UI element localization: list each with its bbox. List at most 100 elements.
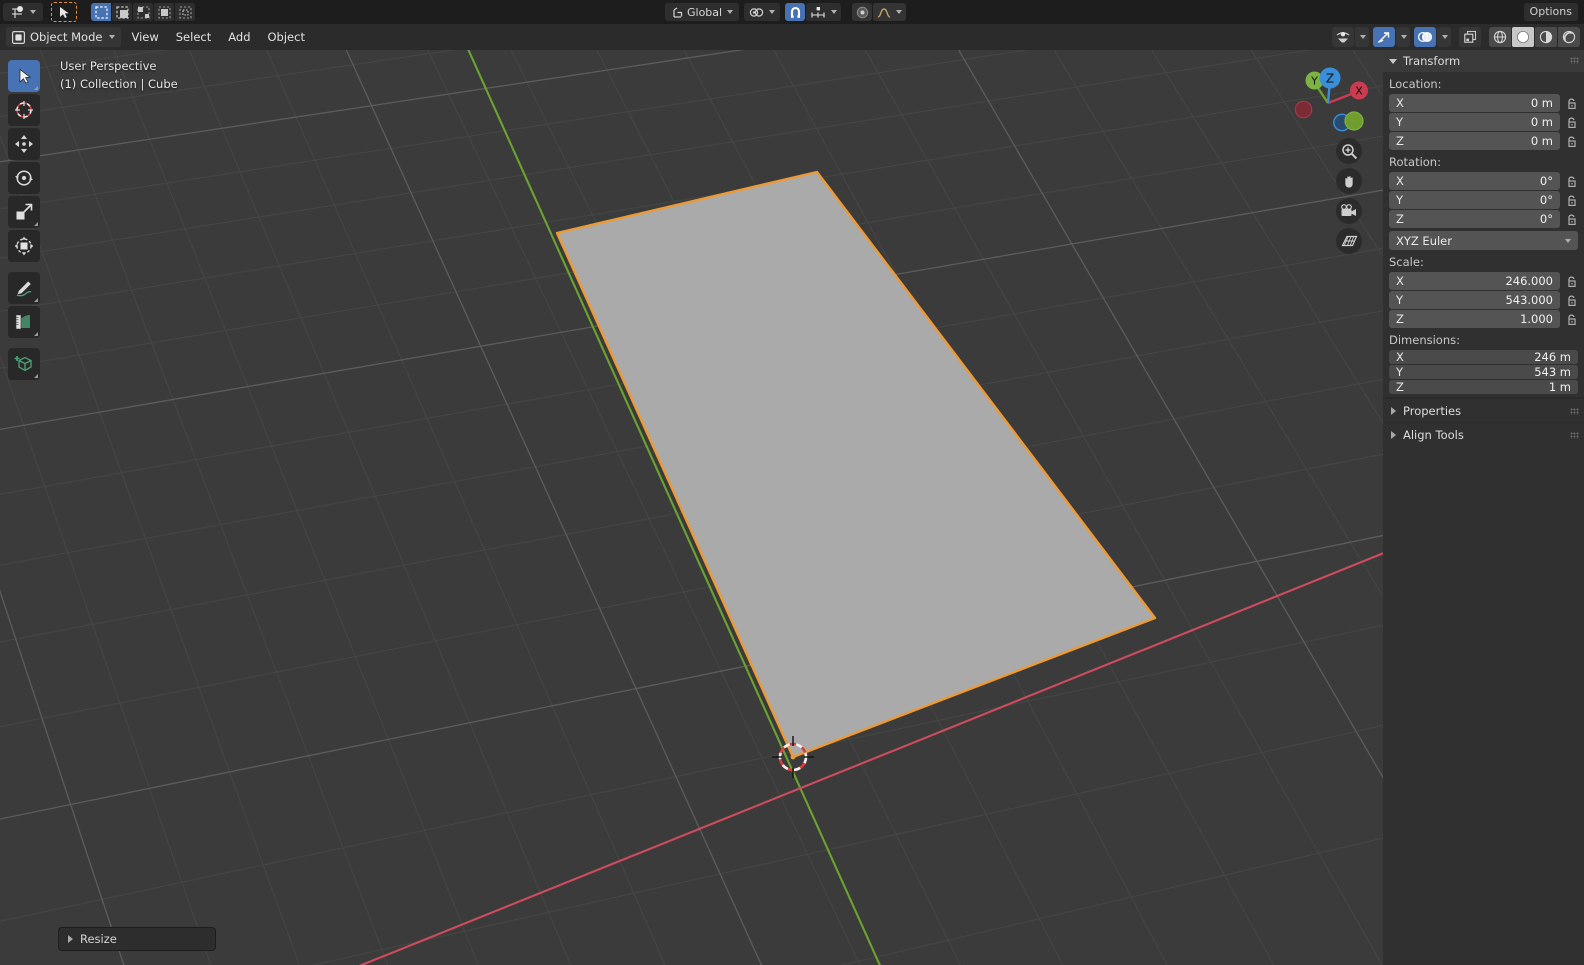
snap-magnet-toggle[interactable]: [785, 3, 806, 21]
eye-icon: [1336, 32, 1350, 43]
chevron-down-icon: [109, 35, 116, 39]
shading-rendered[interactable]: [1558, 27, 1580, 47]
rotation-y-field[interactable]: Y 0°: [1389, 191, 1560, 209]
panel-drag-grip[interactable]: [1570, 57, 1579, 64]
chevron-down-icon: [1360, 35, 1366, 39]
rotation-z-lock-icon[interactable]: [1564, 211, 1578, 227]
pan-hand-icon[interactable]: [1336, 168, 1362, 194]
axis-value: 0 m: [1530, 96, 1553, 110]
chevron-down-icon: [896, 10, 903, 14]
panel-drag-grip[interactable]: [1570, 408, 1579, 415]
align-tools-panel-header[interactable]: Align Tools: [1383, 422, 1584, 446]
camera-view-icon[interactable]: [1336, 198, 1362, 224]
axis-value: 0°: [1539, 193, 1553, 207]
3d-viewport[interactable]: User Perspective (1) Collection | Cube Y…: [0, 50, 1584, 965]
location-y-field[interactable]: Y 0 m: [1389, 113, 1560, 131]
proportional-edit-toggle[interactable]: [852, 3, 873, 21]
chevron-down-icon: [1442, 35, 1448, 39]
viewport-header: Object Mode View Select Add Object: [0, 24, 1584, 50]
scale-x-field[interactable]: X 246.000: [1389, 272, 1560, 290]
rotation-x-field[interactable]: X 0°: [1389, 172, 1560, 190]
shading-solid[interactable]: [1512, 27, 1534, 47]
scale-y-field[interactable]: Y 543.000: [1389, 291, 1560, 309]
location-x-field[interactable]: X 0 m: [1389, 94, 1560, 112]
select-mode-subtract[interactable]: [133, 3, 153, 21]
top-tool-settings-bar: Global Options: [0, 0, 1584, 24]
rotation-z-field[interactable]: Z 0°: [1389, 210, 1560, 228]
proportional-falloff-dropdown[interactable]: [873, 3, 907, 21]
tool-annotate[interactable]: [8, 272, 40, 304]
rotation-mode-dropdown[interactable]: XYZ Euler: [1389, 231, 1578, 250]
toggle-orthographic-icon[interactable]: [1336, 228, 1362, 254]
shading-wireframe[interactable]: [1489, 27, 1511, 47]
overlays-toggle-button[interactable]: [1414, 27, 1436, 47]
select-mode-set[interactable]: [91, 3, 111, 21]
expand-arrow-icon: [1391, 406, 1396, 415]
dimensions-x-field[interactable]: X 246 m: [1389, 350, 1578, 364]
zoom-icon[interactable]: [1336, 138, 1362, 164]
location-z-field[interactable]: Z 0 m: [1389, 132, 1560, 150]
rotation-y-lock-icon[interactable]: [1564, 192, 1578, 208]
tool-measure[interactable]: [8, 306, 40, 338]
tool-expand-corner: [34, 374, 38, 378]
tweak-tool-button[interactable]: [51, 2, 77, 22]
axis-label: X: [1396, 174, 1404, 188]
axis-label: Y: [1396, 293, 1404, 307]
panel-drag-grip[interactable]: [1570, 432, 1579, 439]
menu-object[interactable]: Object: [261, 27, 312, 47]
tool-scale[interactable]: [8, 196, 40, 228]
menu-add[interactable]: Add: [221, 27, 257, 47]
chevron-down-icon: [769, 10, 776, 14]
tool-tweak-select[interactable]: [8, 60, 40, 92]
axis-value: 1.000: [1520, 312, 1553, 326]
scale-z-lock-icon[interactable]: [1564, 311, 1578, 327]
tool-transform[interactable]: [8, 230, 40, 262]
orientation-label: Global: [687, 5, 723, 19]
scale-y-lock-icon[interactable]: [1564, 292, 1578, 308]
dimensions-z-field[interactable]: Z 1 m: [1389, 380, 1578, 394]
mode-selector-dropdown[interactable]: Object Mode: [6, 27, 122, 47]
select-mode-extend[interactable]: [112, 3, 132, 21]
tool-cursor[interactable]: [8, 94, 40, 126]
overlays-dropdown[interactable]: [1437, 27, 1451, 47]
menu-view[interactable]: View: [124, 27, 165, 47]
xray-toggle-button[interactable]: [1459, 27, 1481, 47]
scale-x-lock-icon[interactable]: [1564, 273, 1578, 289]
object-mode-icon: [12, 30, 25, 44]
dimensions-y-field[interactable]: Y 543 m: [1389, 365, 1578, 379]
shading-material-preview[interactable]: [1535, 27, 1557, 47]
navigation-gizmo[interactable]: Y X Z: [1290, 58, 1372, 140]
rotation-x-lock-icon[interactable]: [1564, 173, 1578, 189]
location-z-lock-icon[interactable]: [1564, 133, 1578, 149]
toolbar-separator: [8, 264, 40, 270]
gizmo-toggle-button[interactable]: [1373, 27, 1395, 47]
options-button[interactable]: Options: [1523, 3, 1578, 21]
tool-rotate[interactable]: [8, 162, 40, 194]
properties-panel-header[interactable]: Properties: [1383, 398, 1584, 422]
pivot-point-dropdown[interactable]: [744, 3, 781, 21]
transform-orientation-dropdown[interactable]: Global: [665, 3, 740, 21]
gizmo-label-z: Z: [1326, 72, 1334, 86]
rotation-row-z: Z 0°: [1389, 210, 1578, 228]
gizmo-dropdown[interactable]: [1396, 27, 1410, 47]
operator-redo-panel[interactable]: Resize: [58, 927, 216, 951]
visibility-dropdown[interactable]: [1355, 27, 1369, 47]
select-mode-intersect[interactable]: [175, 3, 195, 21]
axis-label: Y: [1396, 193, 1404, 207]
tool-expand-corner: [34, 86, 38, 90]
object-visibility-button[interactable]: [1332, 27, 1354, 47]
scale-z-field[interactable]: Z 1.000: [1389, 310, 1560, 328]
tool-expand-corner: [34, 298, 38, 302]
axis-value: 0 m: [1530, 115, 1553, 129]
location-x-lock-icon[interactable]: [1564, 95, 1578, 111]
tool-move[interactable]: [8, 128, 40, 160]
menu-select[interactable]: Select: [169, 27, 218, 47]
snap-target-dropdown[interactable]: [806, 3, 842, 21]
tool-add-cube[interactable]: [8, 348, 40, 380]
select-mode-invert[interactable]: [154, 3, 174, 21]
transform-tools-cluster: Global: [665, 3, 907, 21]
rotation-mode-label: XYZ Euler: [1396, 233, 1452, 248]
transform-panel-header[interactable]: Transform: [1383, 50, 1584, 72]
location-y-lock-icon[interactable]: [1564, 114, 1578, 130]
cursor-select-tool-dropdown[interactable]: [3, 3, 43, 21]
